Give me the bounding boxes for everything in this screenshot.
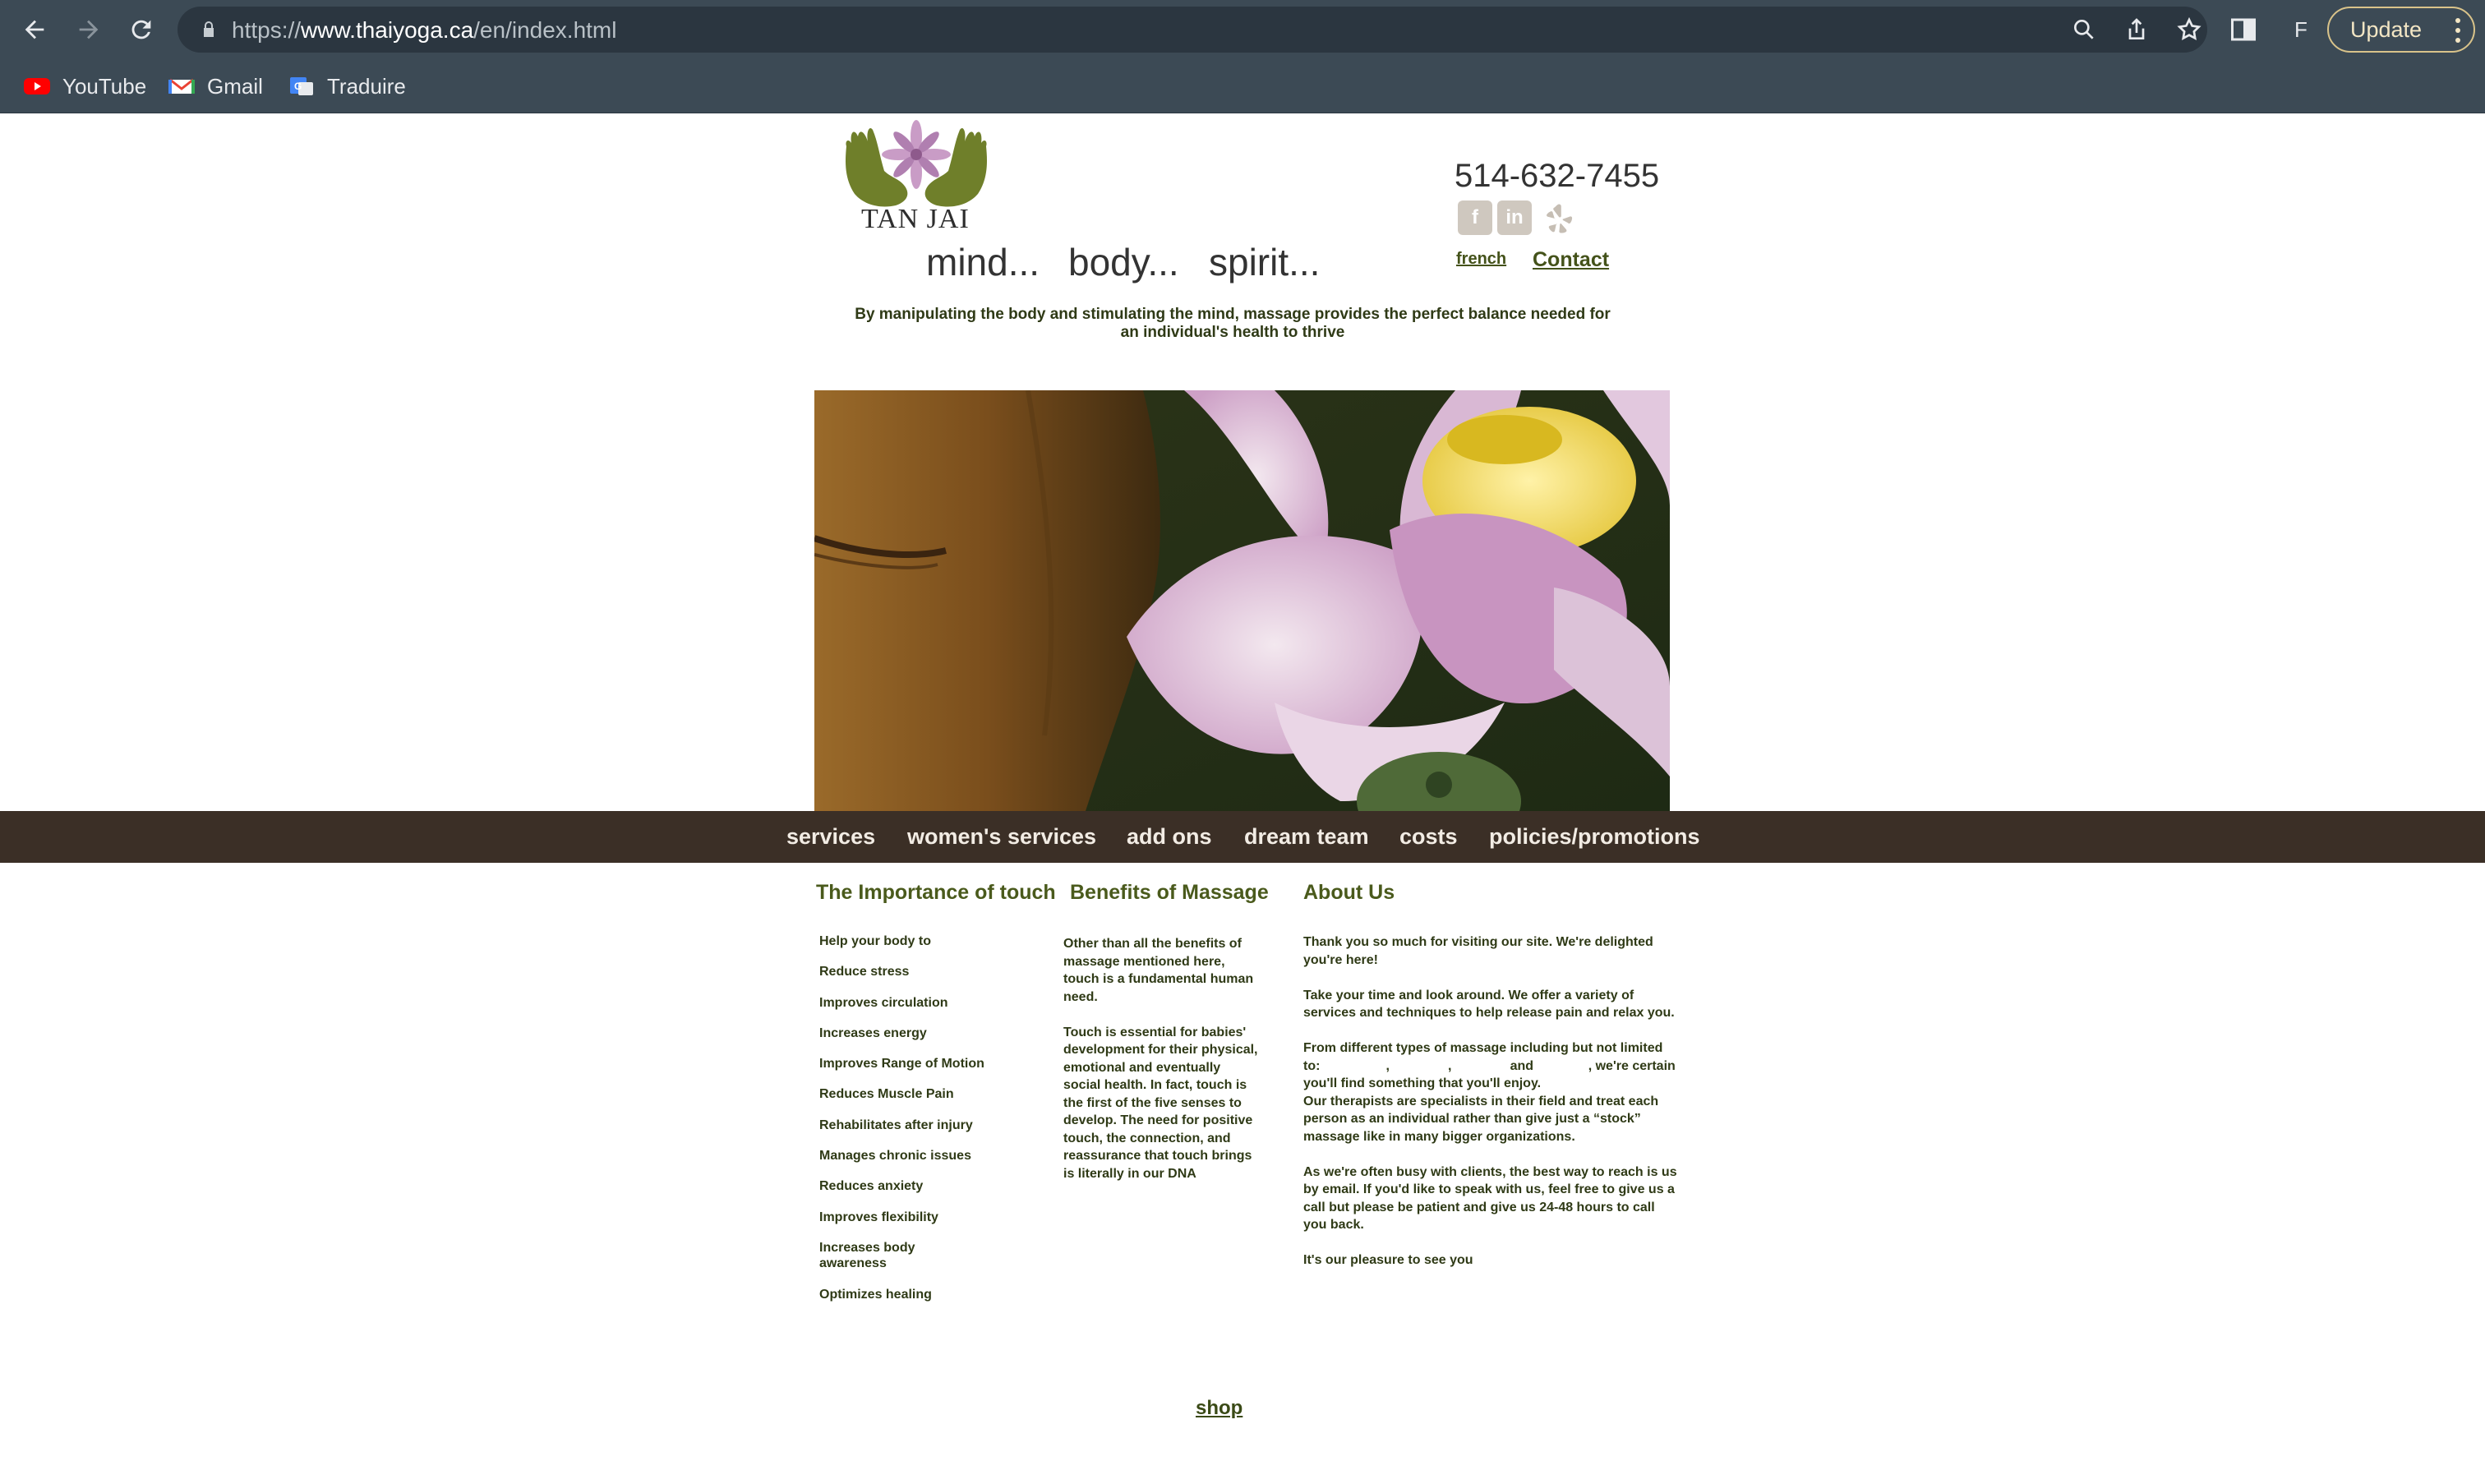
back-button[interactable] xyxy=(16,12,53,48)
contact-link[interactable]: Contact xyxy=(1533,248,1609,272)
about-text: Thank you so much for visiting our site.… xyxy=(1303,933,1681,1287)
svg-text:G: G xyxy=(294,81,302,92)
list-item: Increases body awareness xyxy=(819,1240,915,1270)
menu-costs[interactable]: costs xyxy=(1399,824,1458,850)
menu-womens-services[interactable]: women's services xyxy=(907,824,1096,850)
menu-dream-team[interactable]: dream team xyxy=(1244,824,1369,850)
about-paragraph: As we're often busy with clients, the be… xyxy=(1303,1164,1677,1233)
yelp-icon[interactable] xyxy=(1542,200,1576,237)
list-item: Help your body to xyxy=(819,934,931,948)
zoom-icon[interactable] xyxy=(2071,16,2097,43)
tagline-spirit: spirit... xyxy=(1209,241,1321,283)
benefits-paragraph: Other than all the benefits of massage m… xyxy=(1063,937,1254,1004)
translate-icon: G xyxy=(290,77,313,95)
hero-image xyxy=(814,390,1670,811)
linkedin-icon[interactable]: in xyxy=(1497,200,1532,235)
list-item: Reduces Muscle Pain xyxy=(819,1087,954,1102)
forward-arrow-icon xyxy=(79,20,99,39)
about-paragraph: Our therapists are specialists in their … xyxy=(1303,1094,1659,1144)
address-bar[interactable]: https://www.thaiyoga.ca/en/index.html xyxy=(178,7,2207,53)
menu-services[interactable]: services xyxy=(786,824,875,850)
update-label: Update xyxy=(2350,16,2423,42)
bookmark-star-icon[interactable] xyxy=(2176,16,2202,43)
lock-icon xyxy=(204,21,214,37)
gmail-icon xyxy=(168,78,195,94)
touch-benefits-list: Help your body to Reduce stress Improves… xyxy=(819,933,1017,1317)
profile-avatar[interactable]: F xyxy=(2284,13,2317,46)
tagline-body: body... xyxy=(1068,241,1179,283)
side-panel-icon[interactable] xyxy=(2229,15,2258,44)
list-item: Improves Range of Motion xyxy=(819,1057,984,1072)
about-heading: About Us xyxy=(1303,881,1395,904)
benefits-heading: Benefits of Massage xyxy=(1070,881,1269,904)
youtube-icon xyxy=(24,78,50,94)
list-item: Manages chronic issues xyxy=(819,1149,971,1164)
french-link[interactable]: french xyxy=(1456,250,1506,269)
browser-toolbar: https://www.thaiyoga.ca/en/index.html F … xyxy=(0,0,2485,59)
logo-text: TAN JAI xyxy=(861,204,970,234)
bookmark-gmail[interactable]: Gmail xyxy=(168,71,263,102)
about-paragraph: It's our pleasure to see you xyxy=(1303,1253,1473,1267)
about-paragraph: Take your time and look around. We offer… xyxy=(1303,988,1675,1021)
menu-dots-icon xyxy=(2455,18,2460,43)
intro-text: By manipulating the body and stimulating… xyxy=(855,306,1611,341)
list-item: Reduces anxiety xyxy=(819,1179,924,1194)
url-text: https://www.thaiyoga.ca/en/index.html xyxy=(232,17,617,43)
update-button[interactable]: Update xyxy=(2327,7,2475,53)
menu-policies-promotions[interactable]: policies/promotions xyxy=(1489,824,1700,850)
reload-icon xyxy=(131,20,151,39)
bookmarks-bar: YouTube Gmail G Traduire xyxy=(0,59,2485,113)
list-item: Improves circulation xyxy=(819,995,948,1010)
bookmark-youtube[interactable]: YouTube xyxy=(23,71,146,102)
menu-add-ons[interactable]: add ons xyxy=(1127,824,1212,850)
benefits-text: Other than all the benefits of massage m… xyxy=(1063,935,1261,1201)
list-item: Improves flexibility xyxy=(819,1210,938,1224)
shop-link[interactable]: shop xyxy=(1196,1397,1242,1420)
reload-button[interactable] xyxy=(123,12,159,48)
main-menu: services women's services add ons dream … xyxy=(0,811,2485,863)
back-arrow-icon xyxy=(25,20,44,39)
about-paragraph: From different types of massage includin… xyxy=(1303,1041,1680,1090)
forward-button[interactable] xyxy=(71,12,107,48)
bookmark-traduire[interactable]: G Traduire xyxy=(288,71,406,102)
list-item: Rehabilitates after injury xyxy=(819,1118,973,1132)
benefits-paragraph: Touch is essential for babies' developme… xyxy=(1063,1025,1258,1181)
list-item: Reduce stress xyxy=(819,965,910,979)
phone-number: 514-632-7455 xyxy=(1455,158,1660,194)
about-paragraph: Thank you so much for visiting our site.… xyxy=(1303,935,1653,967)
touch-heading: The Importance of touch xyxy=(816,881,1056,904)
list-item: Optimizes healing xyxy=(819,1287,932,1302)
list-item: Increases energy xyxy=(819,1025,927,1040)
facebook-icon[interactable]: f xyxy=(1458,200,1492,235)
share-icon[interactable] xyxy=(2123,16,2150,43)
tagline-mind: mind... xyxy=(926,241,1040,283)
